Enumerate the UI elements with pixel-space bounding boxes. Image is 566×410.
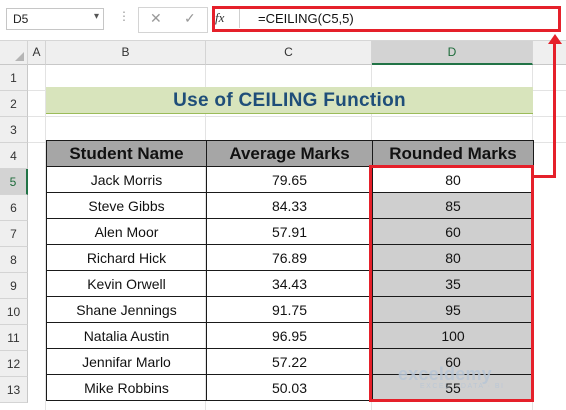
- table-row: Richard Hick 76.89 80: [46, 244, 534, 271]
- enter-icon[interactable]: ✓: [184, 10, 196, 27]
- column-header-d[interactable]: D: [372, 41, 533, 65]
- column-header-c[interactable]: C: [206, 41, 372, 65]
- divider: [239, 9, 240, 28]
- column-header-a[interactable]: A: [28, 41, 46, 65]
- header-average-marks[interactable]: Average Marks: [206, 140, 373, 167]
- cell-student-name[interactable]: Jennifar Marlo: [46, 348, 207, 375]
- marks-table: Student Name Average Marks Rounded Marks…: [46, 140, 534, 401]
- cell-rounded-marks[interactable]: 35: [372, 270, 534, 297]
- column-header-b[interactable]: B: [46, 41, 206, 65]
- row-header-12[interactable]: 12: [0, 351, 28, 377]
- formula-text[interactable]: =CEILING(C5,5): [258, 11, 354, 26]
- cancel-icon[interactable]: ✕: [150, 10, 162, 27]
- chevron-down-icon[interactable]: ▾: [94, 11, 99, 22]
- row-header-10[interactable]: 10: [0, 299, 28, 325]
- cell-rounded-marks[interactable]: 95: [372, 296, 534, 323]
- row-header-2[interactable]: 2: [0, 91, 28, 117]
- cell-average-marks[interactable]: 57.91: [206, 218, 373, 245]
- cell-average-marks[interactable]: 50.03: [206, 374, 373, 401]
- row-header-1[interactable]: 1: [0, 65, 28, 91]
- gridline: [28, 116, 566, 117]
- more-options-icon[interactable]: ⋮: [118, 9, 130, 23]
- row-header-3[interactable]: 3: [0, 117, 28, 143]
- cell-rounded-marks[interactable]: 85: [372, 192, 534, 219]
- column-header-blank[interactable]: [533, 41, 566, 65]
- table-row: Jack Morris 79.65 80: [46, 166, 534, 193]
- name-box[interactable]: D5 ▾: [6, 8, 104, 30]
- cell-student-name[interactable]: Steve Gibbs: [46, 192, 207, 219]
- header-student-name[interactable]: Student Name: [46, 140, 207, 167]
- name-box-value: D5: [13, 12, 29, 26]
- row-header-8[interactable]: 8: [0, 247, 28, 273]
- table-row: Steve Gibbs 84.33 85: [46, 192, 534, 219]
- select-all-icon: [15, 52, 24, 61]
- cell-student-name[interactable]: Jack Morris: [46, 166, 207, 193]
- row-header-6[interactable]: 6: [0, 195, 28, 221]
- cell-rounded-marks[interactable]: 80: [372, 166, 534, 193]
- cell-average-marks[interactable]: 91.75: [206, 296, 373, 323]
- cell-rounded-marks[interactable]: 100: [372, 322, 534, 349]
- watermark-logo: exceldemy: [398, 364, 492, 384]
- row-header-4[interactable]: 4: [0, 143, 28, 169]
- formula-controls: [138, 7, 208, 33]
- cell-average-marks[interactable]: 84.33: [206, 192, 373, 219]
- arrow-up-icon: [548, 34, 562, 44]
- row-header-9[interactable]: 9: [0, 273, 28, 299]
- table-header-row: Student Name Average Marks Rounded Marks: [46, 140, 534, 167]
- cell-student-name[interactable]: Alen Moor: [46, 218, 207, 245]
- cell-student-name[interactable]: Natalia Austin: [46, 322, 207, 349]
- cell-rounded-marks[interactable]: 80: [372, 244, 534, 271]
- select-all-button[interactable]: [0, 41, 28, 65]
- row-header-5[interactable]: 5: [0, 169, 28, 195]
- table-row: Natalia Austin 96.95 100: [46, 322, 534, 349]
- cell-student-name[interactable]: Shane Jennings: [46, 296, 207, 323]
- row-header-7[interactable]: 7: [0, 221, 28, 247]
- cell-average-marks[interactable]: 34.43: [206, 270, 373, 297]
- row-header-13[interactable]: 13: [0, 377, 28, 403]
- watermark-tagline: EXCEL · DATA · BI: [420, 383, 505, 390]
- cell-average-marks[interactable]: 96.95: [206, 322, 373, 349]
- cell-student-name[interactable]: Kevin Orwell: [46, 270, 207, 297]
- cell-rounded-marks[interactable]: 60: [372, 218, 534, 245]
- watermark: exceldemy EXCEL · DATA · BI: [398, 364, 505, 390]
- table-row: Shane Jennings 91.75 95: [46, 296, 534, 323]
- arrow-connector: [534, 175, 555, 178]
- cell-student-name[interactable]: Mike Robbins: [46, 374, 207, 401]
- row-header-11[interactable]: 11: [0, 325, 28, 351]
- cell-average-marks[interactable]: 79.65: [206, 166, 373, 193]
- cell-student-name[interactable]: Richard Hick: [46, 244, 207, 271]
- cell-average-marks[interactable]: 76.89: [206, 244, 373, 271]
- sheet-title[interactable]: Use of CEILING Function: [46, 87, 533, 114]
- table-row: Kevin Orwell 34.43 35: [46, 270, 534, 297]
- cell-average-marks[interactable]: 57.22: [206, 348, 373, 375]
- table-row: Alen Moor 57.91 60: [46, 218, 534, 245]
- header-rounded-marks[interactable]: Rounded Marks: [372, 140, 534, 167]
- formula-bar: D5 ▾ ⋮ ✕ ✓ fx =CEILING(C5,5): [0, 0, 566, 44]
- arrow-connector: [553, 42, 556, 178]
- insert-function-icon[interactable]: fx: [215, 10, 224, 26]
